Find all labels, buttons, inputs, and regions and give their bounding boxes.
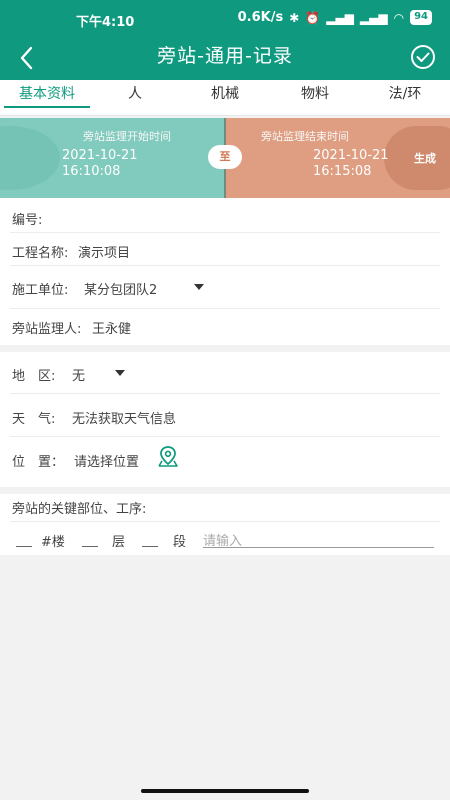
- bluetooth-icon: ✱: [289, 10, 300, 25]
- check-circle-icon[interactable]: [410, 44, 436, 70]
- end-time-picker[interactable]: 旁站监理结束时间 2021-10-21 16:15:08 生成: [225, 118, 450, 198]
- tab-materials[interactable]: 物料: [272, 80, 358, 116]
- generate-button[interactable]: 生成: [414, 150, 436, 166]
- divider: [10, 232, 440, 233]
- tab-method-env[interactable]: 法/环: [362, 80, 448, 116]
- process-input-underline: [203, 547, 434, 548]
- supervisor-value: 王永健: [92, 322, 132, 337]
- section-gap: [0, 345, 450, 352]
- status-time: 下午4:10: [76, 15, 135, 30]
- tab-basic-info[interactable]: 基本资料: [4, 80, 90, 116]
- key-process-label: 旁站的关键部位、工序:: [12, 502, 147, 517]
- end-time: 16:15:08: [313, 164, 372, 179]
- alarm-icon: ⏰: [305, 10, 321, 25]
- building-unit: #楼: [41, 535, 65, 550]
- wifi-icon: ◠: [393, 10, 405, 25]
- signal-icon: ▂▄▆: [326, 10, 354, 25]
- unit-label: 施工单位:: [12, 283, 69, 298]
- tab-bar: 基本资料 人 机械 物料 法/环: [0, 80, 450, 116]
- decorative-blob: [0, 126, 60, 190]
- divider: [10, 265, 440, 266]
- to-badge: 至: [208, 145, 242, 169]
- environment-card: [0, 352, 450, 487]
- status-bar: 下午4:10 0.6K/s ✱ ⏰ ▂▄▆ ▂▄▆ ◠ 94: [0, 0, 450, 36]
- end-time-label: 旁站监理结束时间: [261, 130, 349, 143]
- floor-blank[interactable]: [82, 546, 98, 547]
- location-label: 位 置：: [12, 455, 65, 470]
- start-time: 16:10:08: [62, 164, 121, 179]
- section-gap: [0, 487, 450, 494]
- navigation-bar: 旁站-通用-记录: [0, 36, 450, 80]
- project-label: 工程名称:: [12, 246, 69, 261]
- network-speed: 0.6K/s: [237, 10, 284, 25]
- start-date: 2021-10-21: [62, 148, 138, 163]
- start-time-picker[interactable]: 旁站监理开始时间 2021-10-21 16:10:08: [0, 118, 225, 198]
- status-right-group: 0.6K/s ✱ ⏰ ▂▄▆ ▂▄▆ ◠ 94: [238, 10, 432, 25]
- divider: [10, 393, 440, 394]
- battery-icon: 94: [410, 10, 432, 25]
- signal-icon-2: ▂▄▆: [359, 10, 388, 25]
- location-value[interactable]: 请选择位置: [74, 451, 139, 470]
- chevron-down-icon[interactable]: [194, 284, 204, 290]
- supervision-time-range: 旁站监理开始时间 2021-10-21 16:10:08 旁站监理结束时间 20…: [0, 118, 450, 198]
- weather-label: 天 气:: [12, 412, 56, 427]
- unit-value[interactable]: 某分包团队2: [84, 279, 157, 298]
- page-title: 旁站-通用-记录: [157, 45, 293, 67]
- number-label: 编号:: [12, 213, 43, 228]
- area-label: 地 区:: [12, 369, 56, 384]
- section-unit: 段: [173, 535, 187, 550]
- section-blank[interactable]: [142, 546, 158, 547]
- map-pin-icon[interactable]: [155, 444, 181, 470]
- tab-machinery[interactable]: 机械: [182, 80, 268, 116]
- building-blank[interactable]: [16, 546, 32, 547]
- floor-unit: 层: [112, 535, 126, 550]
- start-time-label: 旁站监理开始时间: [83, 130, 171, 143]
- end-date: 2021-10-21: [313, 148, 389, 163]
- divider: [10, 521, 440, 522]
- supervisor-label: 旁站监理人:: [12, 322, 82, 337]
- area-value[interactable]: 无: [72, 365, 85, 384]
- home-indicator: [141, 789, 309, 793]
- divider: [10, 308, 440, 309]
- project-value: 演示项目: [78, 246, 131, 261]
- active-tab-indicator: [4, 106, 90, 108]
- divider: [10, 436, 440, 437]
- weather-value: 无法获取天气信息: [72, 412, 177, 427]
- tab-personnel[interactable]: 人: [92, 80, 178, 116]
- chevron-down-icon[interactable]: [115, 370, 125, 376]
